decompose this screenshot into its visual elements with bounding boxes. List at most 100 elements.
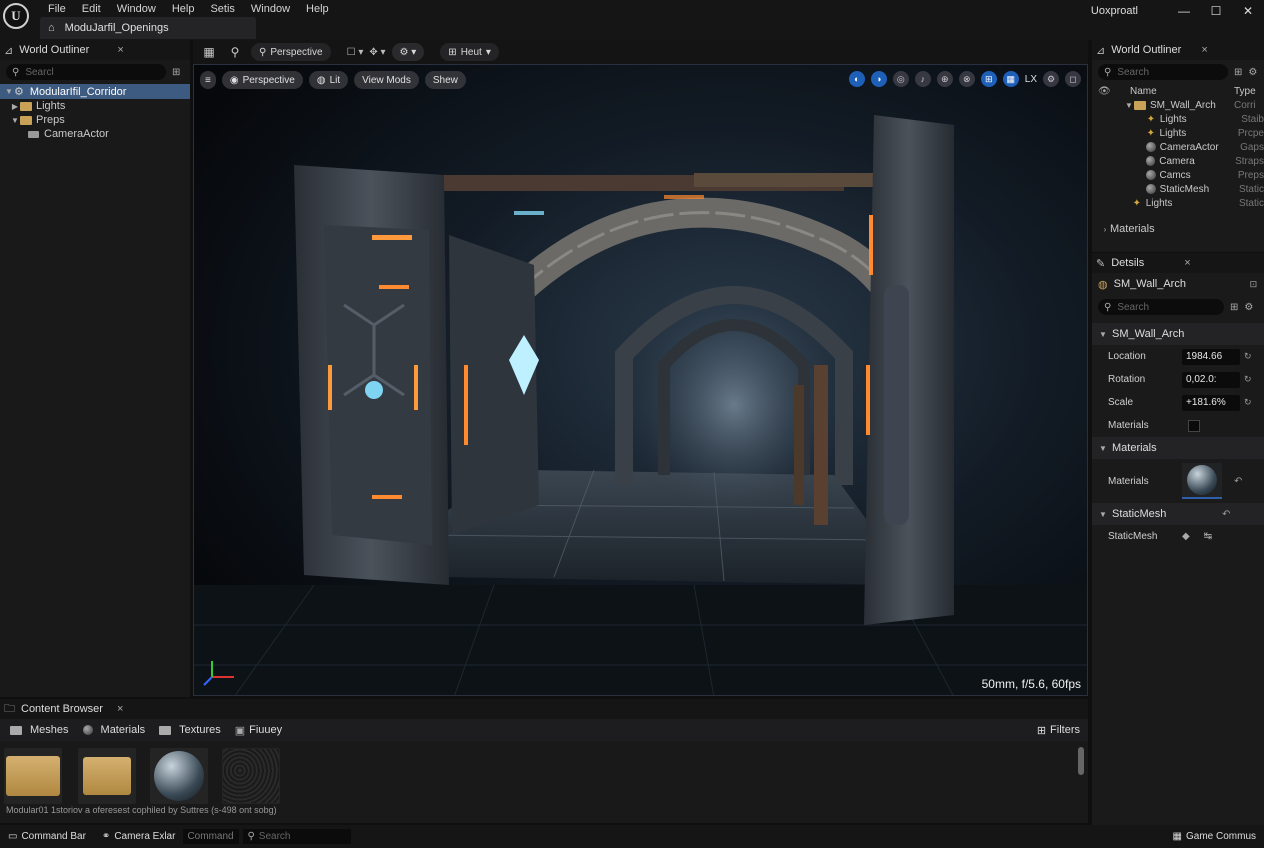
grid-icon[interactable]: ⊞ (1230, 302, 1238, 313)
grid-snap-icon[interactable]: ▦ (1002, 71, 1019, 87)
outliner-row[interactable]: ✦ Lights Prcpe (1092, 126, 1264, 140)
close-tab-icon[interactable]: × (117, 703, 123, 715)
outliner-row[interactable]: ✦ Lights Static (1092, 196, 1264, 210)
view-mode-lit-button[interactable]: ◍ Lit (308, 71, 349, 89)
outliner-row[interactable]: ▼ SM_Wall_Arch Corri (1092, 98, 1264, 112)
materials-section-header[interactable]: ▼ Materials (1092, 437, 1264, 459)
grid-icon[interactable]: ⊞ (1234, 67, 1242, 78)
col-type[interactable]: Type (1234, 86, 1256, 97)
settings-grid-icon[interactable]: ⊞ (172, 67, 180, 78)
outliner-row[interactable]: StaticMesh Static (1092, 182, 1264, 196)
world-outliner-tab[interactable]: ⊿ World Outliner × (0, 40, 190, 60)
view-mods-button[interactable]: View Mods (354, 71, 419, 89)
collapse-arrow-icon[interactable]: › (1100, 225, 1110, 234)
reset-icon[interactable]: ↶ (1222, 509, 1230, 520)
content-browser-tab[interactable]: 🗀 Content Browser × (0, 699, 1088, 719)
game-view-icon[interactable]: ◑ (870, 71, 887, 87)
level-tab[interactable]: ⌂ ModuJarfil_Openings (40, 17, 256, 39)
content-scrollbar[interactable] (1078, 747, 1084, 775)
close-icon[interactable]: ✕ (1232, 0, 1264, 22)
level-viewport[interactable]: ≡ ◉ Perspective ◍ Lit View Mods Shew ◐ ◑… (193, 64, 1088, 696)
asset-thumbnail-folder[interactable] (78, 748, 136, 804)
lock-icon[interactable]: ⊡ (1250, 279, 1258, 290)
close-tab-icon[interactable]: × (117, 44, 123, 56)
asset-thumbnail-folder[interactable] (4, 748, 62, 804)
filter-textures[interactable]: Textures (159, 724, 221, 736)
asset-thumbnail-texture[interactable] (222, 748, 280, 804)
reset-icon[interactable]: ↻ (1244, 374, 1252, 385)
menu-settings[interactable]: Setis (202, 1, 242, 17)
maximize-icon[interactable]: ☐ (1200, 0, 1232, 22)
reset-icon[interactable]: ↻ (1244, 397, 1252, 408)
details-tab[interactable]: ✎ Detsils × (1092, 253, 1264, 273)
camera-settings-icon[interactable]: ⚙ (1043, 71, 1059, 87)
details-search-input[interactable]: ⚲ Search (1098, 299, 1224, 315)
outliner-row[interactable]: Camera Straps (1092, 154, 1264, 168)
transform-mode-icon[interactable]: ✥ ▾ (369, 47, 385, 58)
material-thumbnail[interactable] (1182, 463, 1222, 499)
menu-file[interactable]: File (40, 1, 74, 17)
realtime-icon[interactable]: ◐ (848, 71, 865, 87)
settings-icon[interactable]: ⚙ (1244, 302, 1253, 313)
tree-item-root[interactable]: ▼ ⚙ ModularIfil_Corridor (0, 84, 190, 99)
command-bar-button[interactable]: ▭ Command Bar (0, 831, 94, 842)
eye-icon[interactable]: 👁 (1098, 86, 1130, 97)
translate-snap-icon[interactable]: ⊕ (936, 71, 953, 87)
audio-icon[interactable]: ♪ (914, 71, 931, 87)
asset-thumbnail-material[interactable] (150, 748, 208, 804)
close-tab-icon[interactable]: × (1184, 257, 1190, 269)
rotate-snap-icon[interactable]: ⊗ (958, 71, 975, 87)
tree-item-preps[interactable]: ▼ Preps (0, 113, 190, 127)
menu-window-2[interactable]: Window (243, 1, 298, 17)
outliner-row[interactable]: ✦ Lights Staib (1092, 112, 1264, 126)
filter-meshes[interactable]: Meshes (10, 724, 69, 736)
perspective-button[interactable]: ⚲ Perspective (251, 43, 331, 61)
snap-button[interactable]: ⚙ ▾ (391, 43, 425, 61)
materials-checkbox[interactable] (1188, 419, 1200, 432)
place-actor-icon[interactable]: ▦ (199, 45, 219, 59)
scale-field[interactable]: +181.6% (1182, 394, 1240, 411)
settings-icon[interactable]: ⚙ (1248, 67, 1257, 78)
collapse-arrow-icon[interactable]: ▶ (10, 102, 20, 111)
tree-item-cameraactor[interactable]: CameraActor (0, 127, 190, 141)
unreal-logo-icon[interactable]: U (3, 3, 29, 29)
outliner-materials-section[interactable]: › Materials (1092, 220, 1264, 238)
minimize-icon[interactable]: — (1168, 0, 1200, 22)
filters-button[interactable]: ⊞ Filters (1037, 724, 1080, 737)
outliner-right-search-input[interactable]: ⚲ Search (1098, 64, 1228, 80)
menu-help[interactable]: Help (164, 1, 203, 17)
stats-icon[interactable]: ◎ (892, 71, 909, 87)
viewport-menu-button[interactable]: ≡ (200, 71, 216, 89)
mesh-picker-icon[interactable]: ◆ (1182, 531, 1190, 542)
maximize-viewport-icon[interactable]: ◻ (1065, 71, 1081, 87)
menu-help-2[interactable]: Help (298, 1, 337, 17)
show-button[interactable]: Shew (424, 71, 466, 89)
reset-icon[interactable]: ↶ (1234, 476, 1242, 487)
filter-fiuuey[interactable]: ▣ Fiuuey (235, 724, 282, 737)
expand-arrow-icon[interactable]: ▼ (10, 116, 20, 125)
menu-edit[interactable]: Edit (74, 1, 109, 17)
expand-arrow-icon[interactable]: ▼ (1124, 101, 1134, 110)
outliner-search-input[interactable]: ⚲ Searcl (6, 64, 166, 80)
filter-materials[interactable]: Materials (82, 724, 145, 736)
col-name[interactable]: Name (1130, 86, 1234, 97)
command-input[interactable]: Command (183, 829, 240, 844)
reset-icon[interactable]: ↻ (1244, 351, 1252, 362)
camera-speed-icon[interactable]: ⚲ (225, 45, 245, 59)
rotation-field[interactable]: 0,02.0: (1182, 371, 1240, 388)
scale-snap-icon[interactable]: ⊞ (980, 71, 997, 87)
location-field[interactable]: 1984.66 (1182, 348, 1240, 365)
world-outliner-right-tab[interactable]: ⊿ World Outliner × (1092, 40, 1264, 60)
staticmesh-section-header[interactable]: ▼ StaticMesh ↶ (1092, 503, 1264, 525)
menu-window[interactable]: Window (109, 1, 164, 17)
viewport-perspective-button[interactable]: ◉ Perspective (221, 71, 303, 89)
tree-item-lights[interactable]: ▶ Lights (0, 99, 190, 113)
outliner-row[interactable]: CameraActor Gaps (1092, 140, 1264, 154)
details-section-header[interactable]: ▼ SM_Wall_Arch (1092, 323, 1264, 345)
close-tab-icon[interactable]: × (1201, 44, 1207, 56)
game-commands-button[interactable]: ▦ Game Commus (1165, 831, 1264, 842)
hunt-button[interactable]: ⊞ Heut ▾ (440, 43, 499, 61)
expand-arrow-icon[interactable]: ▼ (4, 87, 14, 96)
outliner-row[interactable]: Camcs Preps (1092, 168, 1264, 182)
browse-icon[interactable]: ↹ (1204, 531, 1212, 542)
